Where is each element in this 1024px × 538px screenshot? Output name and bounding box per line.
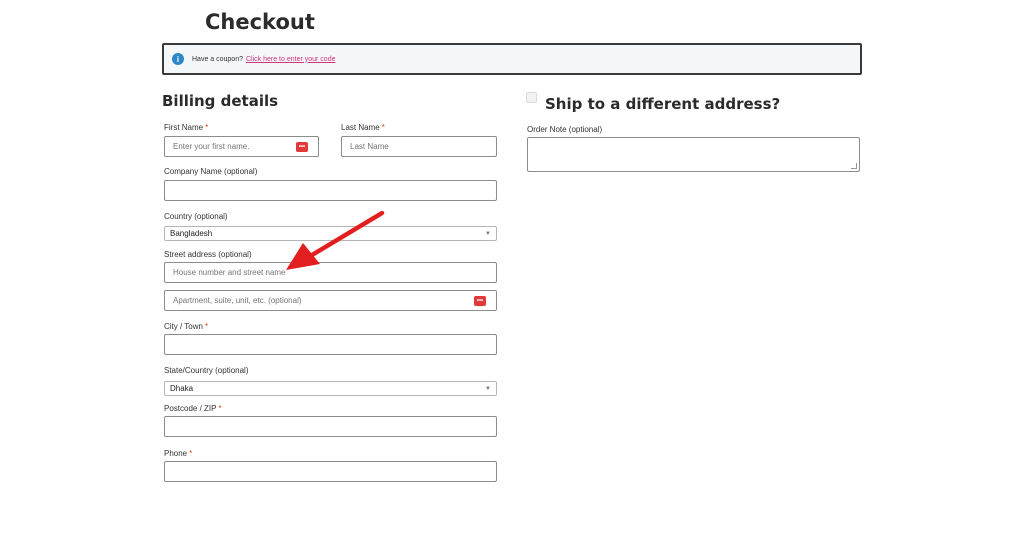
phone-input[interactable] (164, 461, 497, 482)
postcode-input[interactable] (164, 416, 497, 437)
country-select[interactable]: Bangladesh ▼ (164, 226, 497, 241)
postcode-label-text: Postcode / ZIP (164, 404, 217, 413)
ship-different-title[interactable]: Ship to a different address? (545, 95, 780, 113)
street-label: Street address (optional) (164, 250, 252, 259)
billing-title: Billing details (162, 92, 279, 110)
coupon-notice: i Have a coupon? Click here to enter you… (162, 43, 862, 75)
password-manager-icon[interactable]: ••• (474, 296, 486, 306)
ship-different-checkbox[interactable] (526, 92, 537, 103)
password-manager-icon[interactable]: ••• (296, 142, 308, 152)
apartment-placeholder: Apartment, suite, unit, etc. (optional) (173, 296, 302, 305)
phone-label-text: Phone (164, 449, 188, 458)
first-name-label-text: First Name (164, 123, 204, 132)
state-select[interactable]: Dhaka ▼ (164, 381, 497, 396)
street-placeholder: House number and street name (173, 268, 286, 277)
apartment-input[interactable]: Apartment, suite, unit, etc. (optional) … (164, 290, 497, 311)
last-name-label-text: Last Name (341, 123, 380, 132)
phone-label: Phone * (164, 449, 192, 458)
required-asterisk: * (204, 322, 209, 331)
required-asterisk: * (189, 449, 193, 458)
resize-handle-icon[interactable] (851, 163, 857, 169)
country-value: Bangladesh (170, 229, 213, 238)
first-name-label: First Name * (164, 123, 208, 132)
required-asterisk: * (381, 123, 385, 132)
city-input[interactable] (164, 334, 497, 355)
last-name-input[interactable]: Last Name (341, 136, 497, 157)
country-label: Country (optional) (164, 212, 228, 221)
street-address-input[interactable]: House number and street name (164, 262, 497, 283)
order-note-label: Order Note (optional) (527, 125, 603, 134)
city-label: City / Town * (164, 322, 208, 331)
state-label: State/Country (optional) (164, 366, 249, 375)
coupon-link[interactable]: Click here to enter your code (246, 56, 336, 63)
company-label: Company Name (optional) (164, 167, 258, 176)
chevron-down-icon: ▼ (485, 230, 491, 237)
page-title: Checkout (205, 10, 315, 34)
coupon-text: Have a coupon? (192, 55, 243, 63)
city-label-text: City / Town (164, 322, 203, 331)
state-value: Dhaka (170, 384, 194, 393)
postcode-label: Postcode / ZIP * (164, 404, 222, 413)
order-note-textarea[interactable] (527, 137, 860, 172)
required-asterisk: * (218, 404, 222, 413)
info-icon: i (172, 53, 184, 65)
annotation-arrow-icon (286, 210, 385, 270)
company-input[interactable] (164, 180, 497, 201)
last-name-label: Last Name * (341, 123, 385, 132)
chevron-down-icon: ▼ (485, 385, 491, 392)
required-asterisk: * (205, 123, 209, 132)
first-name-input[interactable]: Enter your first name. ••• (164, 136, 319, 157)
last-name-placeholder: Last Name (350, 142, 389, 151)
first-name-placeholder: Enter your first name. (173, 142, 250, 151)
